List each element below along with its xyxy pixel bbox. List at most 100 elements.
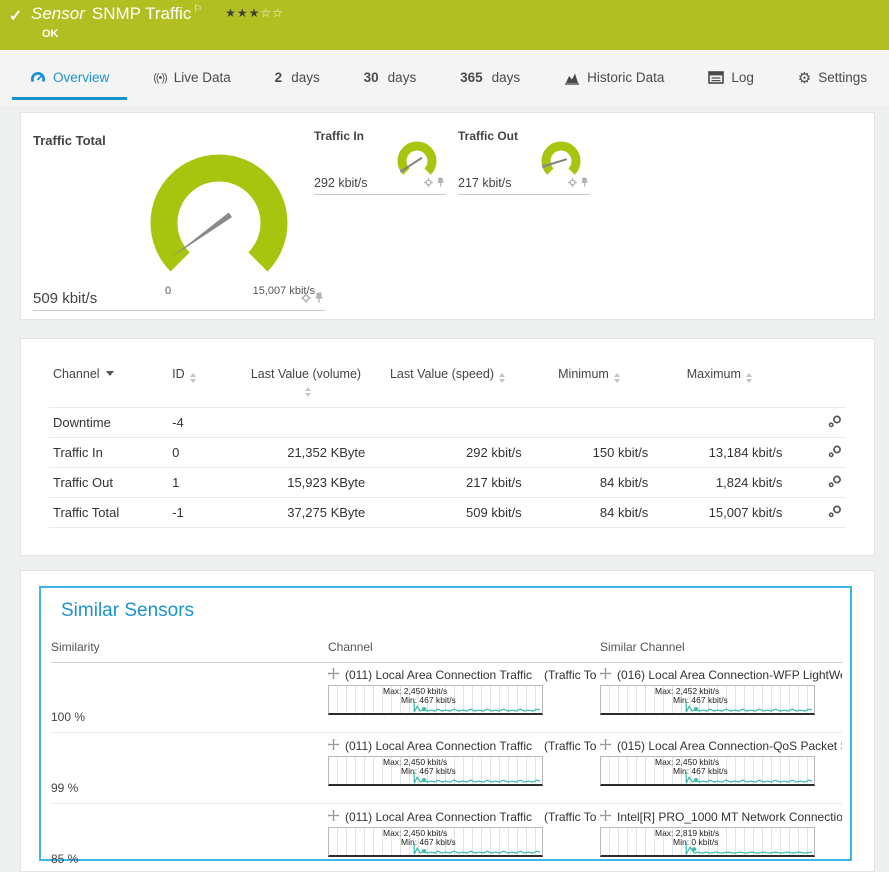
channel-mini-graph[interactable]: Max: 2,450 kbit/s Min: 467 kbit/s [328,685,543,715]
channel-settings-icon[interactable] [828,446,842,461]
channel-mini-graph[interactable]: Max: 2,450 kbit/s Min: 467 kbit/s [328,827,543,857]
minimum-value: 84 kbit/s [526,468,653,498]
similar-sensor-row: 100 % (011) Local Area Connection Traffi… [51,662,842,733]
gauge-value: 292 kbit/s [314,176,368,190]
tab-log[interactable]: Log [702,50,760,105]
graph-min-label: Min: 467 kbit/s [673,695,728,705]
sensor-header: ✓ SensorSNMP Traffic⚐ ★★★☆☆ OK [0,0,889,50]
channel-link[interactable]: (011) Local Area Connection Traffic [345,810,532,824]
similar-sensors-header: Similarity Channel Similar Channel [51,640,842,663]
ok-check-icon: ✓ [9,6,22,26]
gauge-value: 217 kbit/s [458,176,512,190]
similar-channel-link[interactable]: (015) Local Area Connection-QoS Packet S… [617,739,842,753]
column-header-channel[interactable]: Channel [49,363,168,408]
similar-channel-mini-graph[interactable]: Max: 2,819 kbit/s Min: 0 kbit/s [600,827,815,857]
table-row-downtime[interactable]: Downtime -4 [49,408,846,438]
similar-channel-link[interactable]: (016) Local Area Connection-WFP LightWei… [617,668,842,682]
priority-flag-icon[interactable]: ⚐ [193,4,202,15]
move-handle-icon[interactable] [600,810,611,824]
move-handle-icon[interactable] [328,668,339,682]
stars-empty: ☆☆ [260,6,284,20]
gauge-settings-icon[interactable] [301,290,311,308]
column-header-minimum[interactable]: Minimum [526,363,653,408]
channel-settings-icon[interactable] [828,506,842,521]
priority-stars[interactable]: ★★★☆☆ [225,6,284,20]
channel-name[interactable]: Traffic Out [49,468,168,498]
gauge-settings-icon[interactable] [424,174,433,192]
tab-label: Log [731,70,754,85]
stars-filled: ★★★ [225,6,260,20]
tab-label: Historic Data [587,70,664,85]
channel-id: -4 [168,408,242,438]
sort-icon [746,373,752,383]
graph-min-label: Min: 467 kbit/s [401,837,456,847]
tab-label: days [388,70,417,85]
move-handle-icon[interactable] [328,810,339,824]
tab-live-data[interactable]: ((•)) Live Data [147,50,237,105]
traffic-total-dial [139,145,299,305]
maximum-value: 13,184 kbit/s [652,438,786,468]
channel-name[interactable]: Traffic Total [49,498,168,528]
gauge-pin-icon[interactable] [315,290,323,308]
move-handle-icon[interactable] [600,668,611,682]
column-header-similar-channel: Similar Channel [600,640,842,662]
live-data-icon: ((•)) [153,72,167,84]
tab-overview[interactable]: Overview [24,50,115,105]
similarity-value: 99 % [51,781,328,803]
tab-bar: Overview ((•)) Live Data 2 days 30 days … [0,50,889,105]
channel-link-suffix: (Traffic To [544,739,596,753]
column-header-channel: Channel [328,640,600,662]
gauge-pin-icon[interactable] [437,174,444,192]
column-header-last-value-speed[interactable]: Last Value (speed) [369,363,525,408]
log-icon [708,71,724,84]
similar-sensors-box: Similar Sensors Similarity Channel Simil… [39,586,852,861]
column-header-maximum[interactable]: Maximum [652,363,786,408]
move-handle-icon[interactable] [600,739,611,753]
tab-label: Settings [818,70,867,85]
minimum-value: 84 kbit/s [526,498,653,528]
status-badge: OK [42,28,59,40]
column-header-id[interactable]: ID [168,363,242,408]
channel-name[interactable]: Traffic In [49,438,168,468]
graph-min-label: Min: 467 kbit/s [673,766,728,776]
move-handle-icon[interactable] [328,739,339,753]
similar-sensors-title: Similar Sensors [61,600,194,622]
gear-icon: ⚙ [798,69,811,87]
similarity-value: 100 % [51,710,328,732]
tab-365-days[interactable]: 365 days [454,50,526,105]
gauge-value: 509 kbit/s [33,290,97,307]
channel-table-panel: Channel ID Last Value (volume) Last Valu… [20,338,875,556]
sort-icon [614,373,620,383]
last-value-speed: 292 kbit/s [369,438,525,468]
channel-id: 1 [168,468,242,498]
channel-link[interactable]: (011) Local Area Connection Traffic [345,739,532,753]
channel-name[interactable]: Downtime [49,408,168,438]
channel-id: -1 [168,498,242,528]
channel-link-suffix: (Traffic To [544,810,596,824]
channel-settings-icon[interactable] [828,476,842,491]
table-row-traffic-in[interactable]: Traffic In 0 21,352 KByte 292 kbit/s 150… [49,438,846,468]
gauge-pin-icon[interactable] [581,174,588,192]
tab-number: 2 [275,70,283,85]
tab-2-days[interactable]: 2 days [269,50,326,105]
similar-channel-mini-graph[interactable]: Max: 2,452 kbit/s Min: 467 kbit/s [600,685,815,715]
channel-mini-graph[interactable]: Max: 2,450 kbit/s Min: 467 kbit/s [328,756,543,786]
channel-link[interactable]: (011) Local Area Connection Traffic [345,668,532,682]
gauge-title: Traffic In [314,129,364,143]
column-header-similarity: Similarity [51,640,328,662]
table-row-traffic-total[interactable]: Traffic Total -1 37,275 KByte 509 kbit/s… [49,498,846,528]
minimum-value [526,408,653,438]
channel-settings-icon[interactable] [828,416,842,431]
maximum-value: 1,824 kbit/s [652,468,786,498]
similar-channel-link[interactable]: Intel[R] PRO_1000 MT Network Connection [617,810,842,824]
channel-table: Channel ID Last Value (volume) Last Valu… [49,363,846,528]
similar-channel-mini-graph[interactable]: Max: 2,450 kbit/s Min: 467 kbit/s [600,756,815,786]
tab-30-days[interactable]: 30 days [358,50,423,105]
sensor-name: SNMP Traffic [92,4,192,23]
table-row-traffic-out[interactable]: Traffic Out 1 15,923 KByte 217 kbit/s 84… [49,468,846,498]
gauge-title: Traffic Out [458,129,518,143]
tab-settings[interactable]: ⚙ Settings [792,50,873,105]
column-header-last-value-volume[interactable]: Last Value (volume) [243,363,370,408]
gauge-settings-icon[interactable] [568,174,577,192]
tab-historic-data[interactable]: Historic Data [558,50,670,105]
